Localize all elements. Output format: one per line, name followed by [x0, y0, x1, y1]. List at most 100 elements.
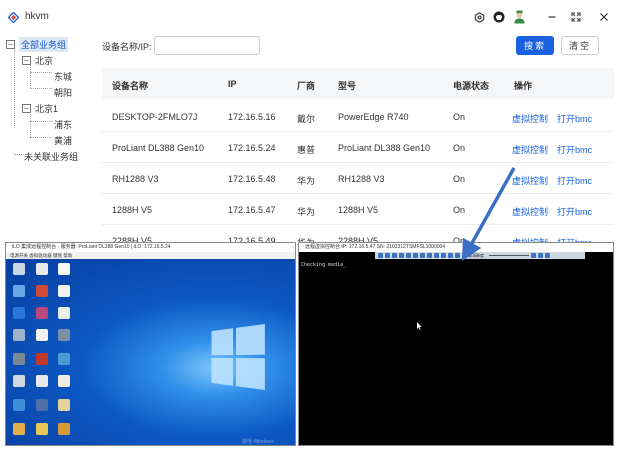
app-icon[interactable] — [36, 399, 48, 411]
device-vendor: 华为 — [297, 207, 316, 217]
image-quality-slider[interactable] — [489, 255, 529, 256]
toolbar-button-icon[interactable] — [538, 253, 543, 258]
file-icon[interactable] — [58, 263, 70, 275]
console-toolbar: 图像清晰度 — [375, 252, 585, 259]
toolbar-button-icon[interactable] — [385, 253, 390, 258]
file-icon[interactable] — [36, 263, 48, 275]
app-icon[interactable] — [13, 353, 25, 365]
device-name: ProLiant DL388 Gen10 — [112, 143, 205, 153]
device-name: 1288H V5 — [112, 205, 153, 215]
toolbar-button-icon[interactable] — [531, 253, 536, 258]
open-bmc-link[interactable]: 打开bmc — [557, 112, 592, 125]
collapse-icon[interactable]: − — [6, 39, 15, 49]
column-header-ip: IP — [228, 79, 237, 89]
toolbar-button-icon[interactable] — [392, 253, 397, 258]
app-icon[interactable] — [36, 375, 48, 387]
power-status: On — [453, 174, 466, 184]
folder-icon[interactable] — [36, 423, 48, 435]
collapse-icon[interactable]: − — [22, 55, 31, 65]
app-icon[interactable] — [13, 399, 25, 411]
remote-window-menu[interactable]: 电源开关 虚拟驱动器 键盘 帮助 — [6, 252, 295, 259]
table-row: ProLiant DL388 Gen10 172.16.5.24 惠普 ProL… — [102, 132, 614, 163]
tree-node-label[interactable]: 黄浦 — [54, 134, 72, 147]
toolbar-button-icon[interactable] — [420, 253, 425, 258]
file-icon[interactable] — [58, 285, 70, 297]
toolbar-button-icon[interactable] — [399, 253, 404, 258]
clear-button[interactable]: 清空 — [561, 36, 599, 55]
power-status: On — [453, 112, 466, 122]
virtual-control-link[interactable]: 虚拟控制 — [512, 205, 548, 218]
tree-node-label[interactable]: 北京 — [35, 54, 53, 67]
archive-icon[interactable] — [36, 307, 48, 319]
tree-node-label[interactable]: 东城 — [54, 70, 72, 83]
tree-node-ungrouped[interactable]: 未关联业务组 — [24, 149, 78, 163]
app-icon[interactable] — [58, 329, 70, 341]
windows-desktop[interactable] — [6, 259, 295, 445]
table-row: 1288H V5 172.16.5.47 华为 1288H V5 On 虚拟控制… — [102, 194, 614, 225]
device-ip: 172.16.5.47 — [228, 205, 276, 215]
globe-icon[interactable] — [58, 353, 70, 365]
column-header-actions: 操作 — [514, 81, 533, 91]
virtual-control-link[interactable]: 虚拟控制 — [512, 112, 548, 125]
toolbar-button-icon[interactable] — [545, 253, 550, 258]
github-icon[interactable] — [492, 10, 506, 24]
tree-node-group[interactable]: − 北京 — [22, 53, 53, 67]
folder-icon[interactable] — [13, 423, 25, 435]
app-icon[interactable] — [36, 353, 48, 365]
remote-console-window-ilo[interactable]: iLO 集成远程控制台 - 服务器: ProLiant DL388 Gen10 … — [5, 242, 296, 446]
tree-node-label[interactable]: 朝阳 — [54, 86, 72, 99]
console-screen[interactable]: Checking media_ — [299, 259, 613, 445]
file-icon[interactable] — [58, 307, 70, 319]
virtual-control-link[interactable]: 虚拟控制 — [512, 174, 548, 187]
tree-node-group[interactable]: − 北京1 — [22, 101, 58, 115]
app-icon[interactable] — [13, 375, 25, 387]
collapse-icon[interactable]: − — [22, 103, 31, 113]
toolbar-button-icon[interactable] — [378, 253, 383, 258]
device-vendor: 戴尔 — [297, 114, 316, 124]
maximize-icon[interactable] — [569, 10, 583, 24]
tree-node-label[interactable]: 北京1 — [35, 102, 58, 115]
tree-connector — [30, 65, 31, 88]
tree-node-leaf[interactable]: 浦东 — [54, 117, 72, 131]
archive-icon[interactable] — [36, 285, 48, 297]
device-model: 1288H V5 — [338, 205, 379, 215]
toolbar-button-icon[interactable] — [406, 253, 411, 258]
open-bmc-link[interactable]: 打开bmc — [557, 174, 592, 187]
toolbar-button-icon[interactable] — [441, 253, 446, 258]
toolbar-button-icon[interactable] — [413, 253, 418, 258]
tree-connector — [14, 154, 24, 155]
toolbar-button-icon[interactable] — [448, 253, 453, 258]
virtual-control-link[interactable]: 虚拟控制 — [512, 143, 548, 156]
toolbar-button-icon[interactable] — [434, 253, 439, 258]
network-icon[interactable] — [13, 285, 25, 297]
app-logo-icon — [8, 12, 19, 23]
tree-connector — [30, 72, 52, 73]
toolbar-button-icon[interactable] — [455, 253, 460, 258]
printer-icon[interactable] — [13, 329, 25, 341]
file-icon[interactable] — [36, 329, 48, 341]
search-input[interactable] — [154, 36, 260, 55]
user-avatar-icon[interactable] — [512, 10, 526, 24]
tree-node-leaf[interactable]: 东城 — [54, 69, 72, 83]
toolbar-button-icon[interactable] — [427, 253, 432, 258]
minimize-icon[interactable] — [545, 10, 559, 24]
folder-icon[interactable] — [58, 375, 70, 387]
edge-icon[interactable] — [13, 307, 25, 319]
open-bmc-link[interactable]: 打开bmc — [557, 143, 592, 156]
search-button[interactable]: 搜索 — [516, 36, 554, 55]
tree-node-leaf[interactable]: 黄浦 — [54, 133, 72, 147]
tree-node-label[interactable]: 浦东 — [54, 118, 72, 131]
settings-icon[interactable] — [472, 10, 486, 24]
folder-icon[interactable] — [58, 423, 70, 435]
remote-console-window-kvm[interactable]: 远程虚拟控制台 IP: 172.16.5.47 SN: 2102312TSMFS… — [298, 242, 614, 446]
tree-node-all[interactable]: − 全部业务组 — [6, 36, 69, 52]
open-bmc-link[interactable]: 打开bmc — [557, 205, 592, 218]
tree-node-leaf[interactable]: 朝阳 — [54, 85, 72, 99]
computer-icon[interactable] — [13, 263, 25, 275]
tree-connector — [30, 121, 52, 122]
remote-window-title: iLO 集成远程控制台 - 服务器: ProLiant DL388 Gen10 … — [6, 243, 295, 252]
folder-icon[interactable] — [58, 399, 70, 411]
tree-node-label[interactable]: 未关联业务组 — [24, 150, 78, 163]
close-icon[interactable] — [597, 10, 611, 24]
tree-node-label[interactable]: 全部业务组 — [19, 36, 69, 52]
